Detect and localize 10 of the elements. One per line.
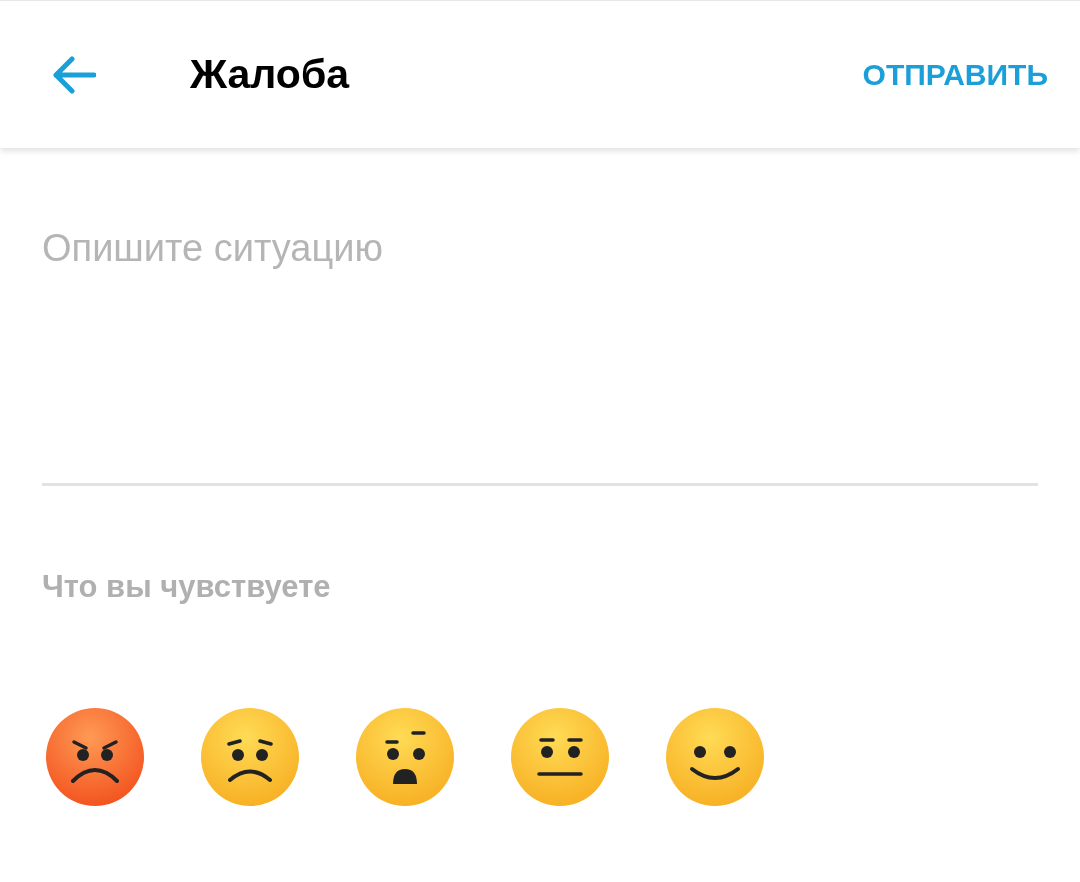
worried-face-icon[interactable] bbox=[355, 706, 455, 807]
description-field[interactable]: Опишите ситуацию bbox=[42, 220, 1038, 430]
screen-title: Жалоба bbox=[190, 49, 350, 99]
back-arrow-icon bbox=[52, 54, 96, 95]
send-button[interactable]: ОТПРАВИТЬ bbox=[862, 52, 1048, 97]
feelings-label: Что вы чувствуете bbox=[42, 568, 332, 606]
sad-face-icon[interactable] bbox=[200, 706, 300, 807]
angry-face-icon[interactable] bbox=[45, 706, 145, 807]
smile-face-icon[interactable] bbox=[665, 706, 765, 807]
neutral-face-icon[interactable] bbox=[510, 706, 610, 807]
